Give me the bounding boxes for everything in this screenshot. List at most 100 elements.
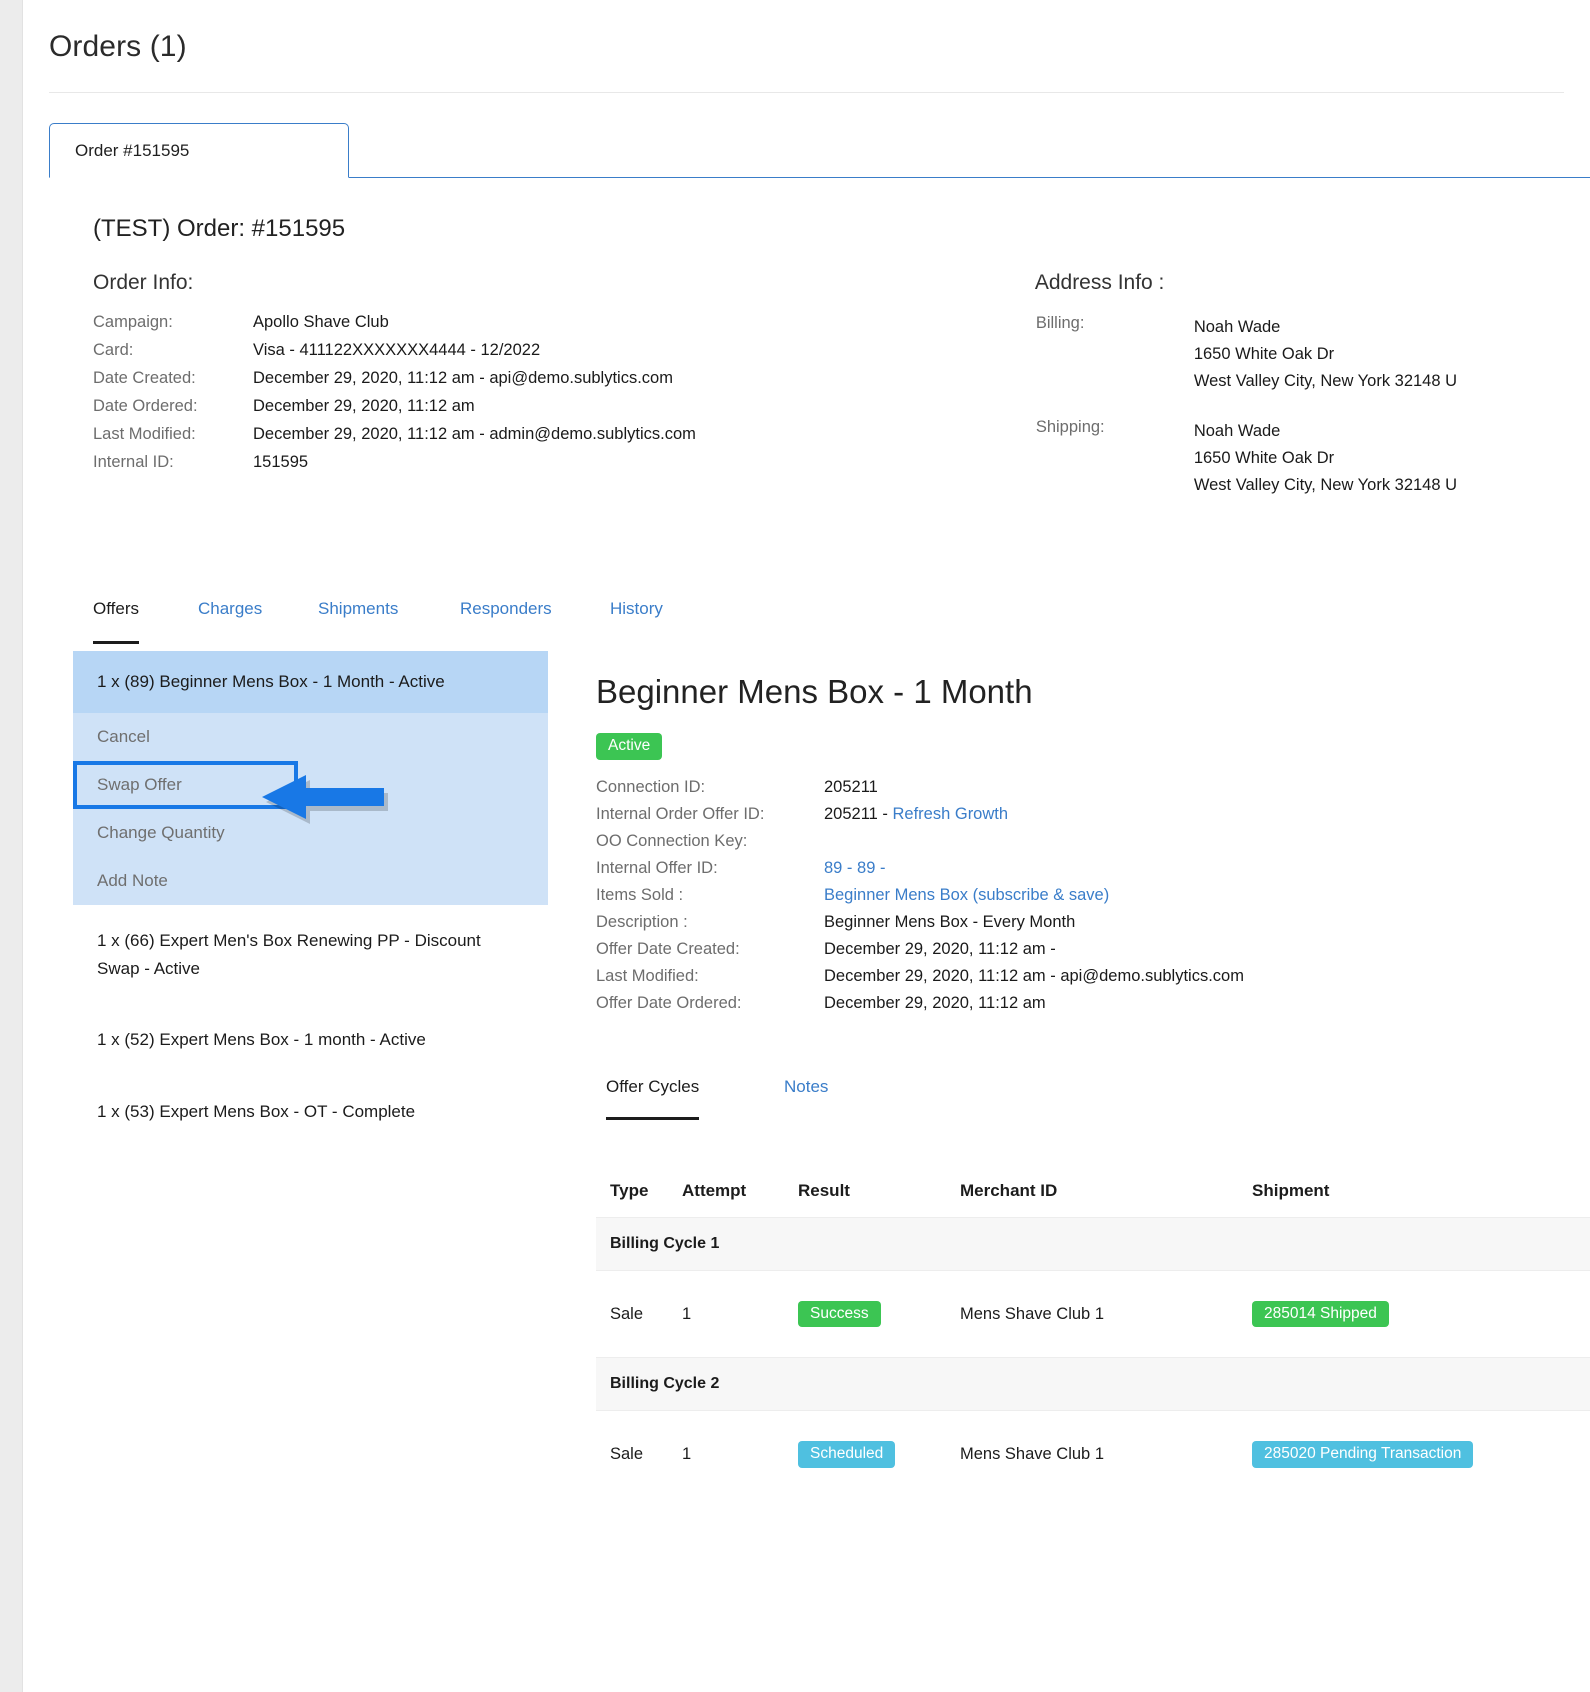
billing-address-row: Billing: Noah Wade 1650 White Oak Dr Wes…: [1035, 313, 1458, 417]
order-info-row: Campaign: Apollo Shave Club: [93, 313, 696, 341]
offer-detail-panel: Beginner Mens Box - 1 Month Active Conne…: [548, 651, 1590, 1498]
status-badge: Active: [596, 733, 663, 760]
offer-detail-row: Connection ID: 205211: [596, 778, 1244, 805]
column-header-result: Result: [798, 1180, 850, 1200]
selected-offer-group: 1 x (89) Beginner Mens Box - 1 Month - A…: [73, 651, 548, 906]
items-sold-link[interactable]: Beginner Mens Box (subscribe & save): [824, 886, 1109, 904]
value-text: 205211: [824, 777, 878, 796]
shipping-address-row: Shipping: Noah Wade 1650 White Oak Dr We…: [1035, 417, 1458, 521]
result-badge: Scheduled: [798, 1441, 896, 1468]
offer-action-swap-offer[interactable]: Swap Offer: [73, 761, 298, 810]
column-header-shipment: Shipment: [1252, 1180, 1330, 1200]
title-divider: [49, 92, 1564, 93]
address-info-heading: Address Info :: [1034, 271, 1165, 294]
offer-detail-value: Beginner Mens Box - Every Month: [824, 912, 1076, 931]
cell-attempt: 1: [682, 1410, 798, 1498]
tab-charges[interactable]: Charges: [198, 599, 262, 641]
offer-detail-value: 89 - 89 -: [824, 859, 1244, 886]
billing-line: West Valley City, New York 32148 U: [1193, 372, 1458, 391]
offer-detail-key: Offer Date Created:: [596, 939, 740, 958]
internal-offer-id-link[interactable]: 89 - 89 -: [824, 859, 885, 877]
order-info-row: Date Ordered: December 29, 2020, 11:12 a…: [93, 397, 696, 425]
list-item[interactable]: 1 x (66) Expert Men's Box Renewing PP - …: [73, 905, 548, 1004]
tab-responders[interactable]: Responders: [460, 599, 552, 641]
cell-shipment: 285020 Pending Transaction: [1252, 1410, 1590, 1498]
list-item[interactable]: 1 x (52) Expert Mens Box - 1 month - Act…: [73, 1004, 548, 1076]
order-tab-151595[interactable]: Order #151595: [49, 123, 349, 178]
order-info-value: December 29, 2020, 11:12 am - api@demo.s…: [253, 369, 673, 387]
tab-history[interactable]: History: [610, 599, 663, 641]
offer-detail-row: Offer Date Created: December 29, 2020, 1…: [596, 940, 1244, 967]
offer-detail-key: OO Connection Key:: [596, 831, 748, 850]
order-info-value: December 29, 2020, 11:12 am: [253, 397, 475, 415]
offer-detail-key: Connection ID:: [596, 777, 706, 796]
offer-detail-value: December 29, 2020, 11:12 am -: [824, 939, 1056, 958]
order-summary: Order Info: Campaign: Apollo Shave Club …: [23, 243, 1590, 521]
cell-result: Success: [798, 1269, 960, 1358]
offer-detail-key: Internal Offer ID:: [596, 858, 718, 877]
billing-cycle-group-row: Billing Cycle 2: [596, 1357, 1590, 1412]
order-info-heading: Order Info:: [93, 271, 194, 294]
table-header-row: Type Attempt Result Merchant ID Shipment: [596, 1167, 1590, 1218]
cell-attempt: 1: [682, 1269, 798, 1358]
tab-offers[interactable]: Offers: [93, 599, 139, 645]
tab-offer-cycles[interactable]: Offer Cycles: [606, 1077, 700, 1120]
order-info-value: Apollo Shave Club: [253, 313, 389, 331]
offer-detail-row: Description : Beginner Mens Box - Every …: [596, 913, 1244, 940]
shipment-badge[interactable]: 285020 Pending Transaction: [1252, 1441, 1474, 1468]
offer-detail-value: [824, 832, 1244, 859]
table-row: Sale 1 Scheduled Mens Shave Club 1 28502…: [596, 1410, 1590, 1498]
tab-notes[interactable]: Notes: [784, 1077, 828, 1117]
order-info-key: Date Ordered:: [93, 397, 198, 415]
tab-shipments[interactable]: Shipments: [318, 599, 398, 641]
cell-shipment: 285014 Shipped: [1252, 1269, 1590, 1358]
order-info-value: Visa - 411122XXXXXXX4444 - 12/2022: [253, 341, 541, 359]
list-item[interactable]: 1 x (53) Expert Mens Box - OT - Complete: [73, 1076, 548, 1148]
section-tabs: Offers Charges Shipments Responders Hist…: [73, 599, 1590, 651]
offer-detail-value: Beginner Mens Box (subscribe & save): [824, 886, 1244, 913]
page-gutter: [0, 0, 22, 1692]
order-info-key: Last Modified:: [93, 425, 196, 443]
address-info-table: Billing: Noah Wade 1650 White Oak Dr Wes…: [1035, 313, 1458, 521]
order-info-key: Card:: [93, 341, 134, 359]
offer-detail-row: Offer Date Ordered: December 29, 2020, 1…: [596, 994, 1244, 1021]
billing-address: Noah Wade 1650 White Oak Dr West Valley …: [1193, 313, 1458, 417]
selected-offer-item[interactable]: 1 x (89) Beginner Mens Box - 1 Month - A…: [73, 651, 548, 714]
offer-action-add-note[interactable]: Add Note: [73, 857, 548, 905]
order-info-column: Order Info: Campaign: Apollo Shave Club …: [93, 271, 1035, 521]
billing-line: Noah Wade: [1193, 318, 1281, 336]
order-info-row: Date Created: December 29, 2020, 11:12 a…: [93, 369, 696, 397]
offer-detail-key: Offer Date Ordered:: [596, 993, 742, 1012]
inner-tabs-underline: [596, 1123, 1590, 1126]
cell-result: Scheduled: [798, 1410, 960, 1498]
order-info-value: 151595: [253, 453, 309, 471]
shipment-badge[interactable]: 285014 Shipped: [1252, 1300, 1389, 1328]
order-info-key: Campaign:: [93, 313, 173, 331]
billing-cycle-label: Billing Cycle 1: [596, 1216, 1590, 1271]
offer-detail-value: 205211 - Refresh Growth: [824, 805, 1244, 832]
offer-action-change-quantity[interactable]: Change Quantity: [73, 809, 548, 857]
result-badge: Success: [798, 1300, 881, 1328]
offer-detail-row: Internal Offer ID: 89 - 89 -: [596, 859, 1244, 886]
offer-detail-key: Internal Order Offer ID:: [596, 804, 765, 823]
offer-action-cancel[interactable]: Cancel: [73, 713, 548, 761]
offer-detail-key: Items Sold :: [596, 885, 684, 904]
column-header-merchant: Merchant ID: [960, 1180, 1058, 1200]
order-info-key: Internal ID:: [93, 453, 174, 471]
order-tab-strip: Order #151595: [49, 123, 1590, 178]
column-header-attempt: Attempt: [682, 1180, 747, 1200]
billing-cycle-group-row: Billing Cycle 1: [596, 1216, 1590, 1271]
refresh-growth-link[interactable]: Refresh Growth: [893, 805, 1009, 823]
offers-list: 1 x (89) Beginner Mens Box - 1 Month - A…: [73, 651, 548, 1498]
order-info-key: Date Created:: [93, 369, 196, 387]
offer-detail-key: Last Modified:: [596, 966, 699, 985]
offer-detail-row: Last Modified: December 29, 2020, 11:12 …: [596, 967, 1244, 994]
section-tabs-underline: [73, 648, 1590, 651]
offer-detail-value: December 29, 2020, 11:12 am - api@demo.s…: [824, 966, 1244, 985]
shipping-label: Shipping:: [1035, 418, 1105, 437]
column-header-type: Type: [610, 1180, 649, 1200]
shipping-address: Noah Wade 1650 White Oak Dr West Valley …: [1193, 417, 1458, 521]
orders-page: Orders (1) Order #151595 (TEST) Order: #…: [22, 0, 1590, 1692]
shipping-line: West Valley City, New York 32148 U: [1193, 476, 1458, 495]
shipping-line: 1650 White Oak Dr: [1193, 449, 1335, 468]
